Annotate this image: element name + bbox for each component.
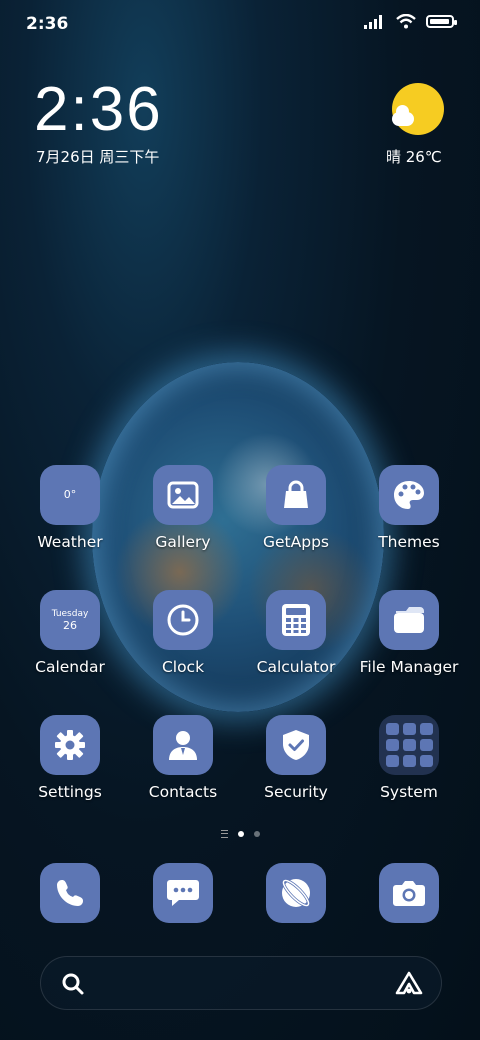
signal-icon (364, 14, 382, 29)
person-icon (153, 715, 213, 775)
app-security[interactable]: Security (242, 715, 350, 825)
gallery-icon (153, 465, 213, 525)
page-indicator[interactable] (0, 830, 480, 838)
clock-widget-date: 7月26日 周三下午 (36, 148, 160, 166)
dock-messages[interactable] (129, 863, 237, 925)
clock-widget-time[interactable]: 2:36 (34, 74, 163, 145)
app-calculator[interactable]: Calculator (242, 590, 350, 700)
calendar-icon-date: 26 (63, 619, 77, 632)
app-weather[interactable]: 0° Weather (16, 465, 124, 575)
app-calendar[interactable]: Tuesday 26 Calendar (16, 590, 124, 700)
dock-browser[interactable] (242, 863, 350, 925)
app-label: Security (264, 783, 328, 801)
app-label: Clock (161, 658, 205, 676)
status-bar: 2:36 (0, 0, 480, 48)
app-gallery[interactable]: Gallery (129, 465, 237, 575)
weather-app-icon: 0° (40, 465, 100, 525)
battery-icon (426, 15, 457, 28)
folder-system[interactable]: System (355, 715, 463, 825)
palette-icon (379, 465, 439, 525)
app-label: Weather (37, 533, 103, 551)
wifi-icon (396, 14, 416, 29)
cloud-icon (392, 105, 414, 126)
calendar-icon: Tuesday 26 (40, 590, 100, 650)
dock-phone[interactable] (16, 863, 124, 925)
browser-icon (266, 863, 326, 923)
folder-icon (379, 590, 439, 650)
page-dot-1 (237, 831, 244, 837)
app-label: Calendar (35, 658, 105, 676)
page-dot-2 (253, 831, 260, 837)
weather-icon-temp: 0° (63, 488, 77, 501)
status-time: 2:36 (26, 14, 69, 34)
app-label: System (380, 783, 438, 801)
gear-icon (40, 715, 100, 775)
dock-camera[interactable] (355, 863, 463, 925)
weather-widget-text: 晴 26℃ (386, 148, 442, 166)
camera-icon (379, 863, 439, 923)
app-file-manager[interactable]: File Manager (355, 590, 463, 700)
app-settings[interactable]: Settings (16, 715, 124, 825)
folder-grid-icon (379, 715, 439, 775)
search-icon[interactable] (61, 972, 85, 996)
app-label: Gallery (155, 533, 211, 551)
bag-icon (266, 465, 326, 525)
app-themes[interactable]: Themes (355, 465, 463, 575)
shield-icon (266, 715, 326, 775)
app-contacts[interactable]: Contacts (129, 715, 237, 825)
app-getapps[interactable]: GetApps (242, 465, 350, 575)
search-bar[interactable] (40, 956, 442, 1010)
menu-icon[interactable] (220, 830, 228, 838)
app-label: GetApps (263, 533, 329, 551)
app-label: Contacts (148, 783, 218, 801)
app-label: Calculator (256, 658, 336, 676)
clock-icon (153, 590, 213, 650)
app-clock[interactable]: Clock (129, 590, 237, 700)
messages-icon (153, 863, 213, 923)
phone-icon (40, 863, 100, 923)
calculator-icon (266, 590, 326, 650)
app-label: File Manager (359, 658, 459, 676)
assistant-icon[interactable] (395, 971, 423, 997)
app-label: Themes (378, 533, 440, 551)
app-label: Settings (38, 783, 102, 801)
